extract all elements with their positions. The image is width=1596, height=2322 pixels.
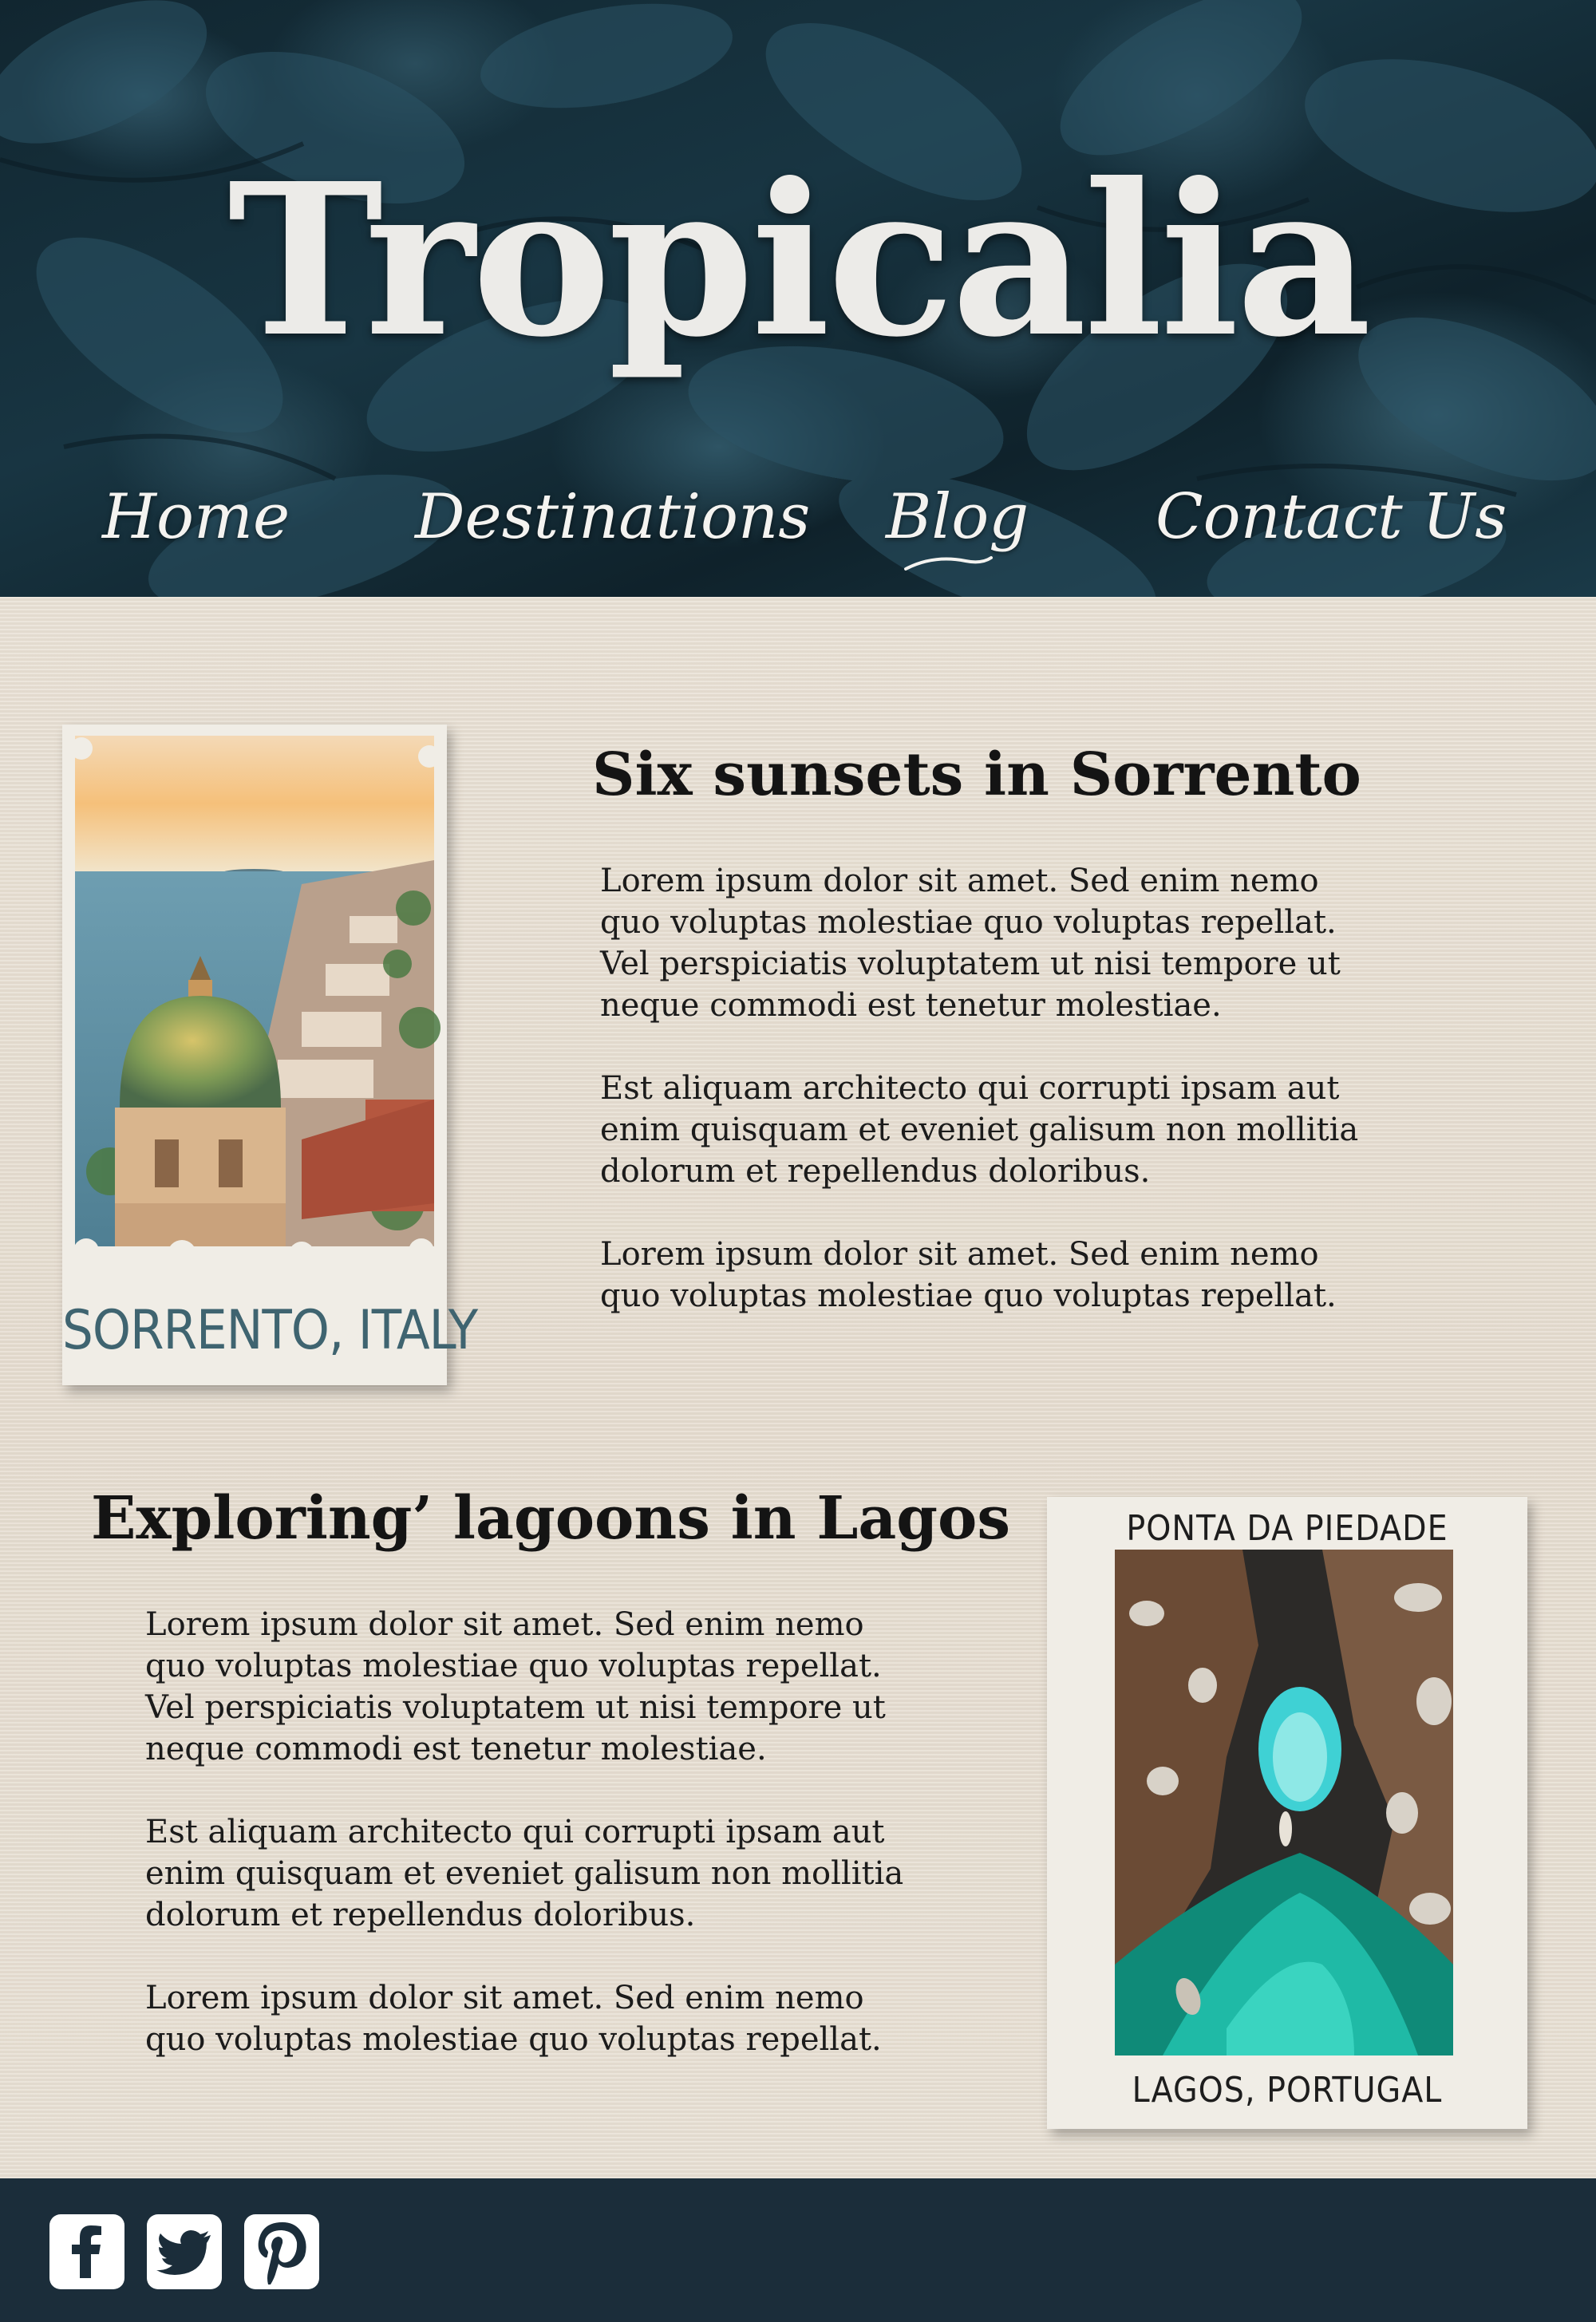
nav-blog[interactable]: Blog [886,477,1029,557]
facebook-link[interactable] [49,2214,124,2289]
active-nav-underline [904,556,993,571]
pinterest-icon [258,2222,306,2284]
nav-contact-us[interactable]: Contact Us [1156,477,1507,557]
post-paragraph: Est aliquam architecto qui corrupti ipsa… [145,1814,904,1933]
post-paragraph: Lorem ipsum dolor sit amet. Sed enim nem… [600,863,1341,1024]
post-title-sorrento[interactable]: Six sunsets in Sorrento [592,745,1361,804]
twitter-icon [156,2230,211,2275]
nav-destinations[interactable]: Destinations [415,477,810,557]
site-title: Tropicalia [227,137,1372,383]
site-header: Tropicalia Home Destinations Blog Contac… [0,0,1596,597]
nav-home[interactable]: Home [102,477,290,557]
post-body-sorrento: Lorem ipsum dolor sit amet. Sed enim nem… [600,860,1366,1358]
lagos-illustration [1115,1550,1453,2055]
sorrento-image-card[interactable]: SORRENTO, ITALY [62,725,478,1385]
facebook-icon [72,2225,101,2278]
post-paragraph: Est aliquam architecto qui corrupti ipsa… [600,1070,1359,1190]
post-body-lagos: Lorem ipsum dolor sit amet. Sed enim nem… [145,1604,911,2102]
pinterest-link[interactable] [244,2214,319,2289]
post-title-lagos[interactable]: Exploring’ lagoons in Lagos [91,1489,1010,1548]
site-footer [0,2178,1596,2322]
lagos-caption: LAGOS, PORTUGAL [1132,2070,1443,2111]
sorrento-caption: SORRENTO, ITALY [62,1299,478,1362]
post-paragraph: Lorem ipsum dolor sit amet. Sed enim nem… [600,1236,1337,1314]
blog-main: SORRENTO, ITALY Six sunsets in Sorrento … [0,597,1596,2178]
lagos-top-caption: PONTA DA PIEDADE [1126,1508,1448,1549]
sorrento-illustration [70,736,440,1270]
post-paragraph: Lorem ipsum dolor sit amet. Sed enim nem… [145,1980,882,2058]
twitter-link[interactable] [147,2214,222,2289]
lagos-image-card[interactable]: PONTA DA PIEDADE LAGOS, PORTUGAL [1047,1497,1527,2129]
post-paragraph: Lorem ipsum dolor sit amet. Sed enim nem… [145,1606,886,1767]
